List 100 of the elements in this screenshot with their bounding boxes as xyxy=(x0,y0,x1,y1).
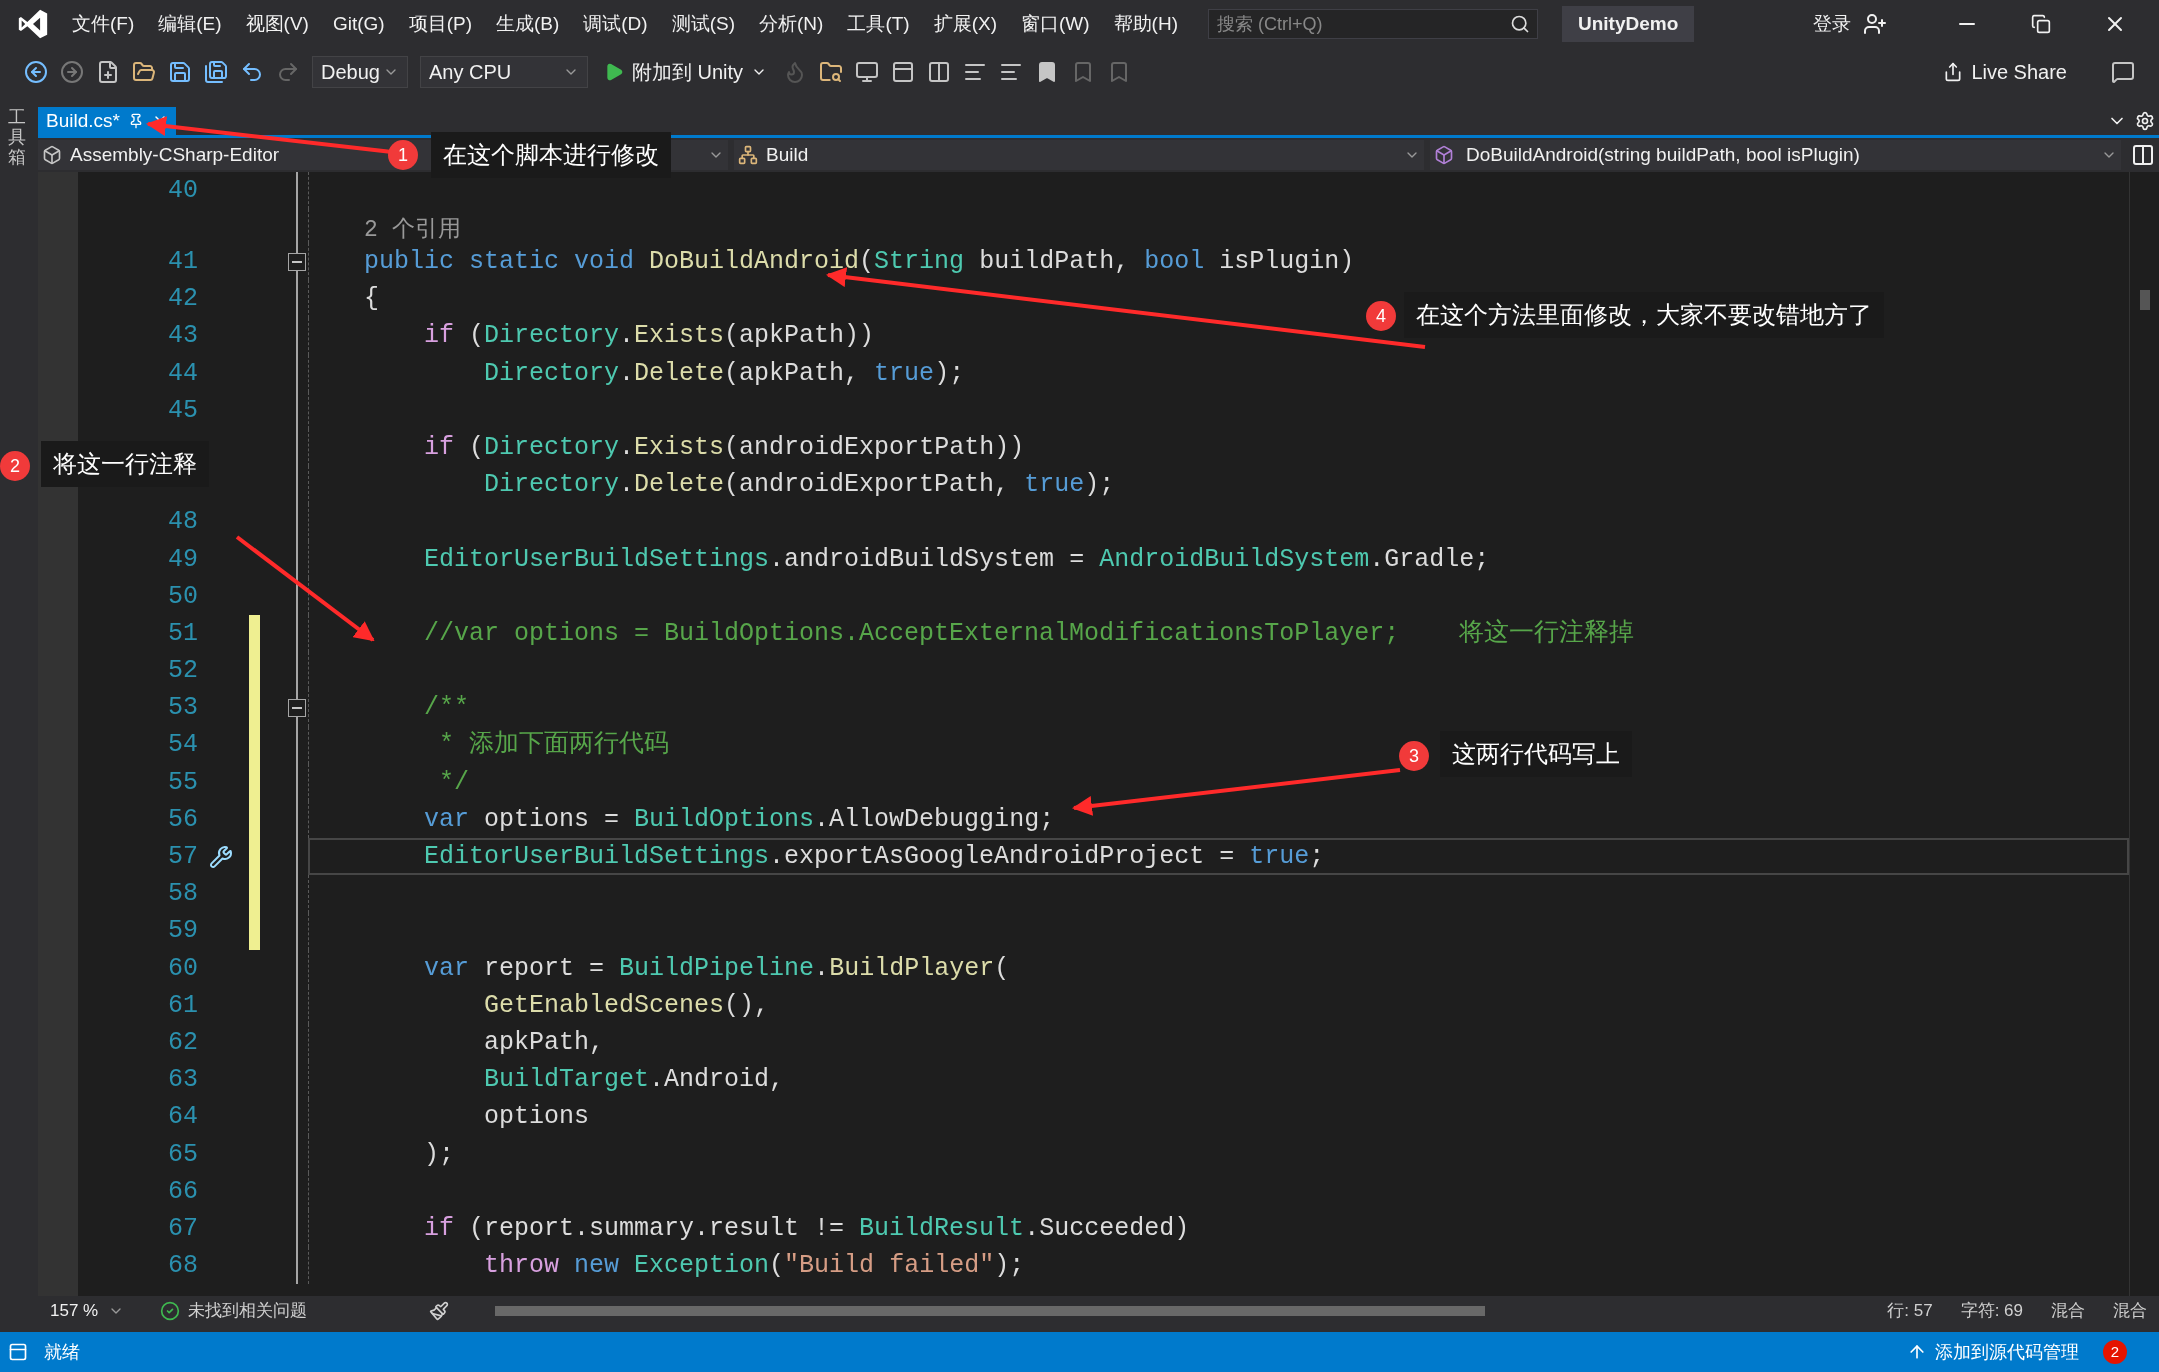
menu-item[interactable]: 视图(V) xyxy=(235,9,319,39)
code-line: */ xyxy=(438,766,470,799)
line-number: 51 xyxy=(168,617,198,650)
platform-dropdown[interactable]: Any CPU xyxy=(420,56,588,88)
line-number: 68 xyxy=(168,1250,198,1283)
code-line: EditorUserBuildSettings.exportAsGoogleAndroidProject = true; xyxy=(423,841,1325,874)
code-line: Directory.Delete(apkPath, true); xyxy=(483,357,965,390)
feedback-icon[interactable] xyxy=(2111,60,2135,84)
save-icon[interactable] xyxy=(168,60,192,84)
code-line: GetEnabledScenes(), xyxy=(483,989,770,1022)
menu-item[interactable]: 文件(F) xyxy=(62,9,145,39)
output-icon[interactable] xyxy=(8,1342,28,1362)
line-number: 64 xyxy=(168,1101,198,1134)
folder-search-icon[interactable] xyxy=(819,60,844,84)
brush-icon[interactable] xyxy=(429,1301,449,1321)
configuration-dropdown[interactable]: Debug xyxy=(312,56,408,88)
menu-item[interactable]: 编辑(E) xyxy=(148,9,232,39)
line-number: 55 xyxy=(168,766,198,799)
notification-badge[interactable]: 2 xyxy=(2103,1340,2127,1364)
line-number: 59 xyxy=(168,915,198,948)
source-control-button[interactable]: 添加到源代码管理 xyxy=(1935,1338,2079,1366)
code-line: if (Directory.Exists(apkPath)) xyxy=(423,320,875,353)
live-share-button[interactable]: Live Share xyxy=(1943,57,2067,87)
line-number: 43 xyxy=(168,320,198,353)
restore-icon[interactable] xyxy=(2031,14,2051,34)
code-line: * 添加下面两行代码 xyxy=(438,729,670,762)
check-icon xyxy=(160,1301,180,1321)
forward-icon[interactable] xyxy=(60,60,84,84)
folder-icon[interactable] xyxy=(132,60,156,84)
number-badge: 2 xyxy=(0,451,30,481)
settings-icon[interactable] xyxy=(2135,111,2155,131)
annotation-tooltip: 这两行代码写上 xyxy=(1440,731,1632,777)
code-line: var options = BuildOptions.AllowDebugging; xyxy=(423,803,1055,836)
code-line: var report = BuildPipeline.BuildPlayer( xyxy=(423,952,1010,985)
menu-item[interactable]: 帮助(H) xyxy=(1103,9,1188,39)
line-number: 61 xyxy=(168,989,198,1022)
menu-item[interactable]: 调试(D) xyxy=(573,9,658,39)
line-number: 48 xyxy=(168,506,198,539)
line-number: 44 xyxy=(168,357,198,390)
line-number: 67 xyxy=(168,1212,198,1245)
quick-action-icon[interactable] xyxy=(209,844,233,869)
class-icon xyxy=(738,145,758,165)
sign-in-link[interactable]: 登录 xyxy=(1813,9,1851,39)
menu-item[interactable]: 测试(S) xyxy=(661,9,745,39)
line-number: 63 xyxy=(168,1064,198,1097)
redo-icon[interactable] xyxy=(276,60,300,84)
app-logo-icon xyxy=(16,7,50,41)
line-number: 50 xyxy=(168,580,198,613)
line-number: 49 xyxy=(168,543,198,576)
reference-count[interactable]: 2 个引用 xyxy=(364,217,461,244)
toolbox-panel[interactable]: 工具箱 xyxy=(8,108,26,168)
line-indicator: 行: 57 xyxy=(1887,1300,1933,1323)
code-line: /** xyxy=(423,692,470,725)
encoding-indicator[interactable]: 混合 xyxy=(2051,1298,2085,1324)
menu-item[interactable]: 窗口(W) xyxy=(1011,9,1100,39)
code-line: ); xyxy=(423,1138,454,1171)
annotation-tooltip: 在这个方法里面修改，大家不要改错地方了 xyxy=(1404,292,1884,338)
menu-item[interactable]: 工具(T) xyxy=(837,9,920,39)
line-number: 40 xyxy=(168,174,198,207)
member-dropdown[interactable]: DoBuildAndroid(string buildPath, bool isPlugin) xyxy=(1430,140,2121,170)
editor-tab[interactable]: Build.cs* xyxy=(38,107,176,135)
save-all-icon[interactable] xyxy=(204,60,228,84)
monitor-icon[interactable] xyxy=(855,60,880,84)
back-icon[interactable] xyxy=(24,60,48,84)
user-add-icon[interactable] xyxy=(1863,12,1887,36)
code-line: options xyxy=(483,1101,590,1134)
menu-item[interactable]: 项目(P) xyxy=(398,9,482,39)
split-icon[interactable] xyxy=(2131,143,2155,167)
zoom-dropdown[interactable]: 157 % xyxy=(42,1298,132,1324)
code-line: BuildTarget.Android, xyxy=(483,1064,785,1097)
line-number: 52 xyxy=(168,655,198,688)
line-number: 54 xyxy=(168,729,198,762)
menu-item[interactable]: Git(G) xyxy=(322,9,395,39)
class-dropdown[interactable]: Build xyxy=(734,140,1424,170)
status-text: 就绪 xyxy=(44,1340,80,1364)
column-indicator: 字符: 69 xyxy=(1960,1300,2023,1323)
menu-item[interactable]: 分析(N) xyxy=(749,9,834,39)
search-field[interactable]: 搜索 (Ctrl+Q) xyxy=(1208,9,1538,39)
line-number: 60 xyxy=(168,952,198,985)
collapse-toggle[interactable] xyxy=(288,252,306,271)
columns-icon[interactable] xyxy=(927,60,952,84)
menu-item[interactable]: 生成(B) xyxy=(485,9,570,39)
run-button[interactable]: 附加到 Unity xyxy=(600,57,772,87)
code-line: public static void DoBuildAndroid(String buildPath, bool isPlugin) xyxy=(364,246,1355,279)
problems-status[interactable]: 未找到相关问题 xyxy=(188,1298,307,1324)
line-ending-indicator[interactable]: 混合 xyxy=(2113,1298,2147,1324)
annotation-tooltip: 在这个脚本进行修改 xyxy=(431,132,671,178)
code-line: { xyxy=(364,283,379,316)
line-number: 53 xyxy=(168,692,198,725)
menu-item[interactable]: 扩展(X) xyxy=(923,9,1007,39)
new-file-icon[interactable] xyxy=(96,60,120,84)
line-number: 57 xyxy=(168,841,198,874)
line-number: 66 xyxy=(168,1175,198,1208)
collapse-toggle[interactable] xyxy=(288,699,306,718)
code-line: apkPath, xyxy=(483,1026,605,1059)
line-number: 42 xyxy=(168,283,198,316)
undo-icon[interactable] xyxy=(240,60,264,84)
code-line: EditorUserBuildSettings.androidBuildSystem = AndroidBuildSystem.Gradle; xyxy=(423,543,1490,576)
code-line: if (report.summary.result != BuildResult.Succeeded) xyxy=(423,1212,1190,1245)
panel-icon[interactable] xyxy=(891,60,916,84)
